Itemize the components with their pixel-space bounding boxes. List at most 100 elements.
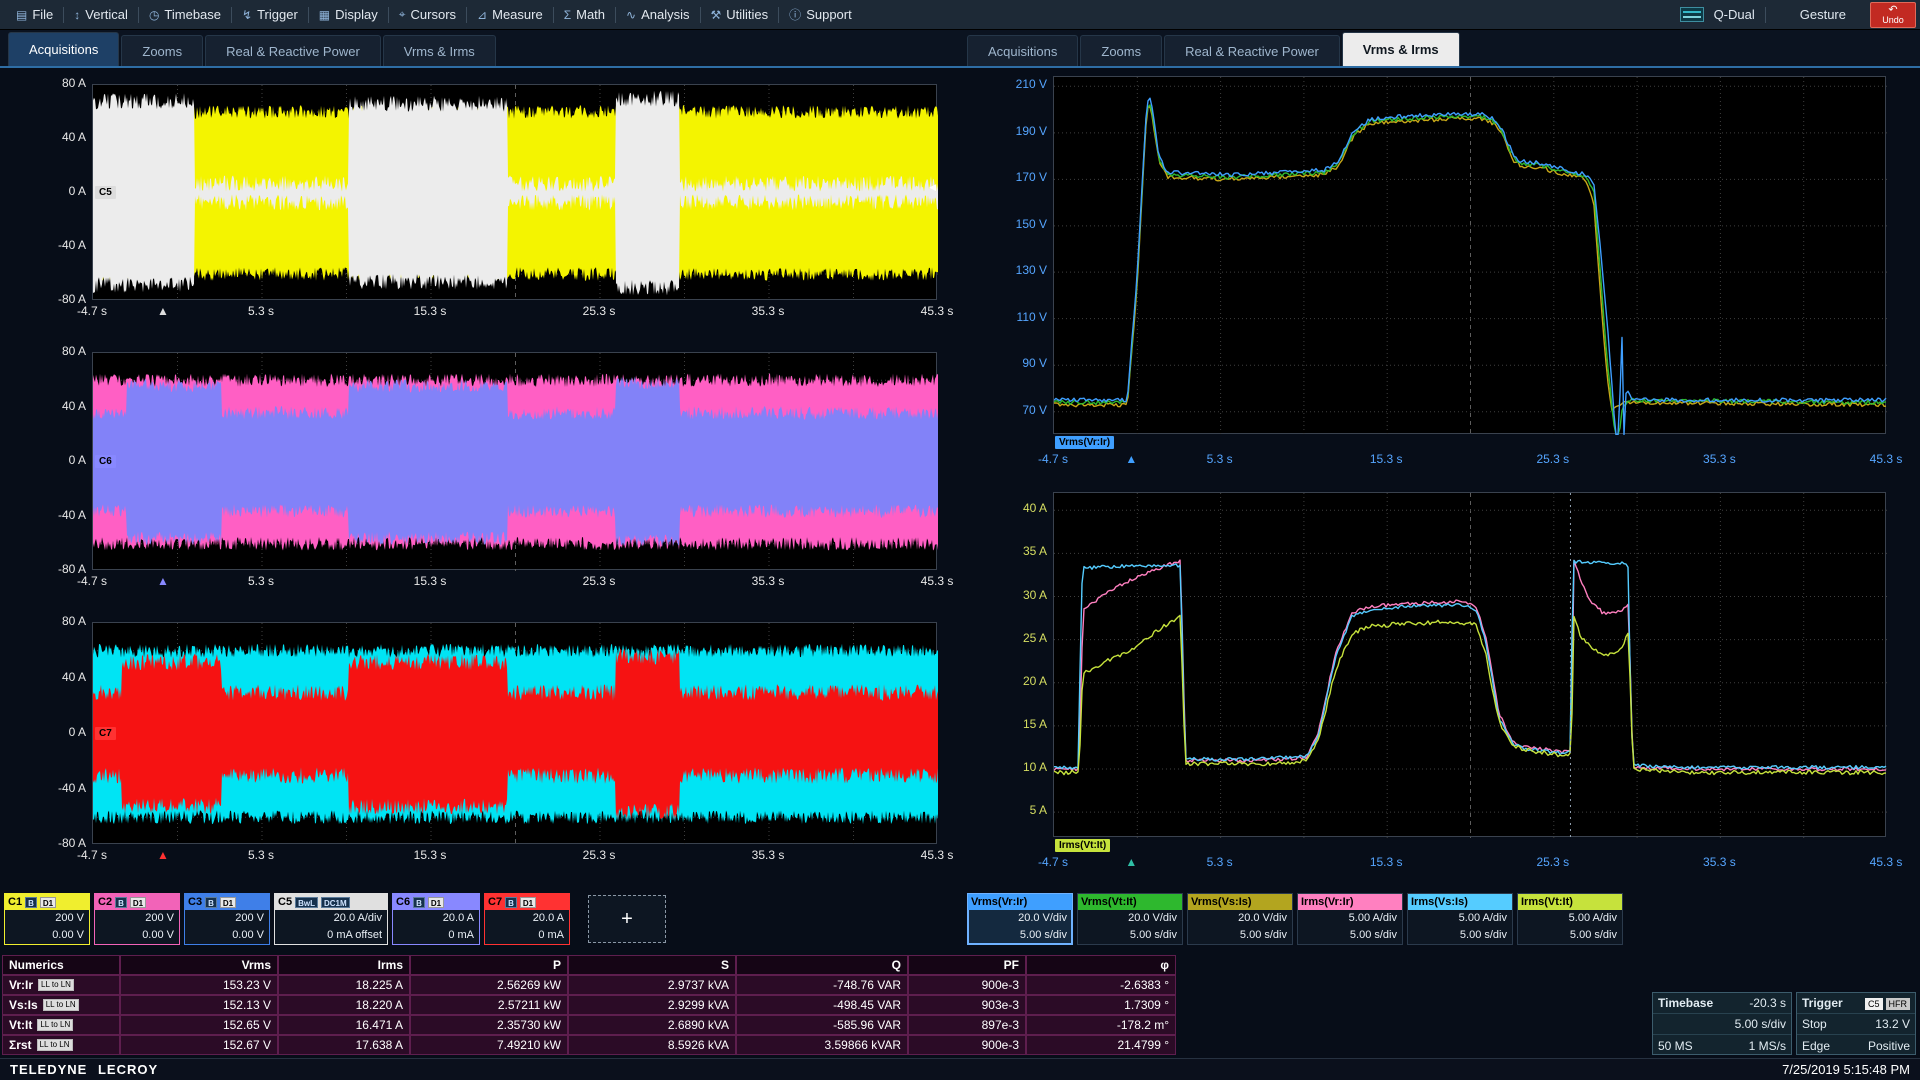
numerics-value-vr-ir-5: 900e-3 <box>908 975 1026 995</box>
y-tick-label: 80 A <box>62 614 86 628</box>
measurement-pair-name: Vs:Is <box>9 996 38 1014</box>
x-tick-label: 15.3 s <box>1370 452 1403 466</box>
add-trace-button[interactable]: + <box>588 895 666 943</box>
y-tick-label: 25 A <box>1023 631 1047 645</box>
status-bar: TELEDYNE LECROY 7/25/2019 5:15:48 PM <box>0 1058 1920 1080</box>
trace-descriptor-irms-vr-ir[interactable]: Irms(Vr:Ir)5.00 A/div5.00 s/div <box>1297 893 1403 945</box>
y-tick-label: 150 V <box>1016 217 1047 231</box>
trace-descriptor-vrms-vt-it[interactable]: Vrms(Vt:It)20.0 V/div5.00 s/div <box>1077 893 1183 945</box>
x-tick-label: 15.3 s <box>1370 855 1403 869</box>
x-tick-label: 35.3 s <box>752 848 785 862</box>
waveform-svg-c5-current <box>93 85 938 301</box>
menu-item-trigger[interactable]: ↯Trigger <box>232 0 308 29</box>
timebase-summary[interactable]: Timebase-20.3 s 5.00 s/div 50 MS1 MS/s <box>1652 992 1792 1055</box>
channel-descriptor-c5[interactable]: C5BwLDC1M20.0 A/div0 mA offset <box>274 893 388 945</box>
brand-logo: TELEDYNE LECROY <box>10 1062 158 1077</box>
menu-item-analysis[interactable]: ∿Analysis <box>616 0 699 29</box>
trace-hscale-value: 5.00 s/div <box>1188 927 1292 944</box>
x-tick-label: 15.3 s <box>414 304 447 318</box>
numerics-value-vs-is-2: 2.57211 kW <box>410 995 568 1015</box>
numerics-value-vs-is-0: 152.13 V <box>120 995 278 1015</box>
waveform-grid-irms-trend[interactable] <box>1053 492 1886 837</box>
trace-tag-irms-vt-it[interactable]: Irms(Vt:It) <box>1055 839 1110 852</box>
tab-vrms-irms[interactable]: Vrms & Irms <box>383 35 496 66</box>
channel-offset-value: 0 mA <box>393 927 479 944</box>
x-tick-label: -4.7 s <box>77 848 107 862</box>
channel-id-label: C6 <box>396 896 410 908</box>
timebase-memory: 50 MS <box>1658 1036 1693 1056</box>
tab-zooms[interactable]: Zooms <box>121 35 203 66</box>
trigger-source-badge: C5 <box>1865 998 1883 1010</box>
tab-real-reactive-power[interactable]: Real & Reactive Power <box>205 35 381 66</box>
numerics-value-vs-is-5: 903e-3 <box>908 995 1026 1015</box>
timebase-samplerate: 1 MS/s <box>1749 1036 1786 1056</box>
trace-tag-vrms-vr-ir[interactable]: Vrms(Vr:Ir) <box>1055 436 1114 449</box>
numerics-value-vs-is-6: 1.7309 ° <box>1026 995 1176 1015</box>
numerics-value-vr-ir-3: 2.9737 kVA <box>568 975 736 995</box>
waveform-grid-vrms-trend[interactable] <box>1053 76 1886 434</box>
tab-acquisitions[interactable]: Acquisitions <box>8 32 119 66</box>
channel-id-label: C1 <box>8 896 22 908</box>
tab-acquisitions[interactable]: Acquisitions <box>967 35 1078 66</box>
trace-name-label: Irms(Vr:Ir) <box>1301 896 1354 908</box>
trace-vscale-value: 20.0 V/div <box>968 910 1072 927</box>
menu-item-label: Utilities <box>726 7 768 22</box>
trace-tag-c5[interactable]: C5 <box>95 186 116 199</box>
measurement-pair-name: Vt:It <box>9 1016 32 1034</box>
waveform-grid-c7-current[interactable]: C7 <box>92 622 937 844</box>
numerics-header-pf: PF <box>908 955 1026 975</box>
trigger-summary[interactable]: Trigger C5HFR Stop13.2 V EdgePositive <box>1796 992 1916 1055</box>
trigger-position-marker: ▲ <box>1125 855 1137 869</box>
channel-descriptor-c7[interactable]: C7BD120.0 A0 mA <box>484 893 570 945</box>
menu-item-cursors[interactable]: ⌖Cursors <box>389 0 466 29</box>
waveform-grid-c5-current[interactable]: ◀C5 <box>92 84 937 300</box>
y-tick-label: 30 A <box>1023 588 1047 602</box>
y-tick-label: 90 V <box>1022 356 1047 370</box>
x-tick-label: 25.3 s <box>583 304 616 318</box>
tab-group-left: AcquisitionsZoomsReal & Reactive PowerVr… <box>8 32 496 66</box>
menu-item-display[interactable]: ▦Display <box>309 0 388 29</box>
channel-descriptor-c2[interactable]: C2BD1200 V0.00 V <box>94 893 180 945</box>
trace-tag-c6[interactable]: C6 <box>95 455 116 468</box>
analysis-icon: ∿ <box>626 8 636 22</box>
tab-real-reactive-power[interactable]: Real & Reactive Power <box>1164 35 1340 66</box>
channel-descriptor-c1[interactable]: C1BD1200 V0.00 V <box>4 893 90 945</box>
numerics-value-vt-it-0: 152.65 V <box>120 1015 278 1035</box>
gesture-button[interactable]: Gesture <box>1800 7 1846 22</box>
menu-item-label: Cursors <box>411 7 457 22</box>
trace-descriptor-vrms-vr-ir[interactable]: Vrms(Vr:Ir)20.0 V/div5.00 s/div <box>967 893 1073 945</box>
measurement-pair-name: Σrst <box>9 1036 32 1054</box>
channel-descriptor-c6[interactable]: C6BD120.0 A0 mA <box>392 893 480 945</box>
channel-id-label: C2 <box>98 896 112 908</box>
numerics-value-vr-ir-6: -2.6383 ° <box>1026 975 1176 995</box>
menu-item-measure[interactable]: ⊿Measure <box>467 0 553 29</box>
undo-button[interactable]: ↶ Undo <box>1870 2 1916 28</box>
trace-descriptor-irms-vt-it[interactable]: Irms(Vt:It)5.00 A/div5.00 s/div <box>1517 893 1623 945</box>
x-tick-label: 35.3 s <box>1703 452 1736 466</box>
trace-descriptor-irms-vs-is[interactable]: Irms(Vs:Is)5.00 A/div5.00 s/div <box>1407 893 1513 945</box>
qdual-mode-button[interactable]: Q-Dual <box>1714 7 1755 22</box>
x-tick-label: 45.3 s <box>921 304 954 318</box>
menu-item-file[interactable]: ▤File <box>6 0 63 29</box>
waveform-grid-c6-current[interactable]: C6 <box>92 352 937 570</box>
menu-item-math[interactable]: ΣMath <box>554 0 615 29</box>
x-tick-label: -4.7 s <box>77 304 107 318</box>
channel-descriptor-c3[interactable]: C3BD1200 V0.00 V <box>184 893 270 945</box>
menu-item-timebase[interactable]: ◷Timebase <box>139 0 231 29</box>
channel-badge-bwl: BwL <box>295 897 318 908</box>
x-tick-label: -4.7 s <box>77 574 107 588</box>
x-tick-label: 5.3 s <box>1207 855 1233 869</box>
x-tick-label: 5.3 s <box>248 574 274 588</box>
trace-descriptor-vrms-vs-is[interactable]: Vrms(Vs:Is)20.0 V/div5.00 s/div <box>1187 893 1293 945</box>
x-tick-label: -4.7 s <box>1038 855 1068 869</box>
menu-item-vertical[interactable]: ↕Vertical <box>64 0 138 29</box>
numerics-value-vr-ir-1: 18.225 A <box>278 975 410 995</box>
tab-vrms-irms[interactable]: Vrms & Irms <box>1342 32 1460 66</box>
y-tick-label: 0 A <box>69 184 86 198</box>
trace-tag-c7[interactable]: C7 <box>95 727 116 740</box>
tab-zooms[interactable]: Zooms <box>1080 35 1162 66</box>
wiring-badge: LL to LN <box>37 1039 73 1051</box>
menu-item-utilities[interactable]: ⚒Utilities <box>701 0 779 29</box>
axis-y-labels-irms-trend: 40 A35 A30 A25 A20 A15 A10 A5 A <box>991 492 1047 837</box>
menu-item-support[interactable]: ⓘSupport <box>779 0 862 29</box>
